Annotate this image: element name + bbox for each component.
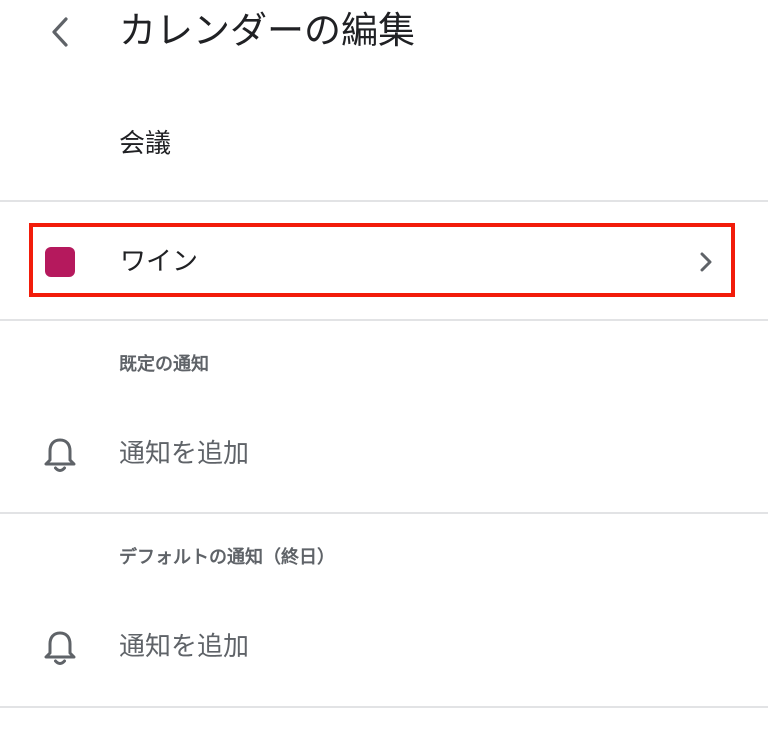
color-label: ワイン [120,247,199,277]
color-swatch [45,247,75,277]
chevron-right-icon [700,252,712,272]
chevron-left-icon [52,17,68,47]
calendar-name: 会議 [119,129,172,159]
back-button[interactable] [38,10,82,54]
divider [0,706,768,708]
bell-icon [44,438,76,472]
page-title: カレンダーの編集 [119,9,415,52]
divider [0,512,768,514]
add-notification-label: 通知を追加 [119,439,250,469]
add-allday-notification-row[interactable]: 通知を追加 [0,617,768,677]
allday-notifications-header: デフォルトの通知（終日） [119,547,335,568]
add-allday-notification-label: 通知を追加 [119,632,250,662]
default-notifications-header: 既定の通知 [119,354,209,375]
bell-icon [44,631,76,665]
divider [0,200,768,202]
add-notification-row[interactable]: 通知を追加 [0,424,768,484]
divider [0,319,768,321]
calendar-color-row[interactable]: ワイン [29,223,735,297]
